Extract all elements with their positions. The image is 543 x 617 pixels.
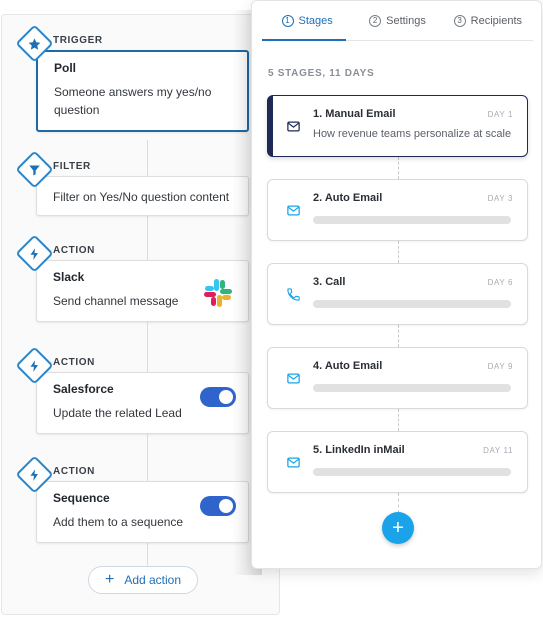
stage-card-5[interactable]: 5. LinkedIn inMail DAY 11 — [267, 431, 528, 493]
add-stage-button[interactable]: + — [382, 512, 414, 544]
step-title: Poll — [54, 61, 77, 75]
tab-number: 3 — [453, 14, 466, 27]
stage-connector — [398, 493, 399, 513]
step-description: Add them to a sequence — [53, 515, 184, 529]
step-tag: ACTION — [53, 466, 95, 477]
tab-settings[interactable]: 2 Settings — [352, 1, 442, 40]
add-action-label: Add action — [124, 573, 182, 587]
step-tag: TRIGGER — [53, 35, 103, 46]
plus-icon: + — [104, 571, 115, 588]
stage-card-3[interactable]: 3. Call DAY 6 — [267, 263, 528, 325]
tab-label: Settings — [386, 14, 426, 27]
stage-placeholder-bar — [313, 300, 511, 308]
salesforce-toggle[interactable] — [200, 387, 236, 407]
stage-day: DAY 1 — [487, 110, 513, 119]
stage-placeholder-bar — [313, 468, 511, 476]
stage-card-4[interactable]: 4. Auto Email DAY 9 — [267, 347, 528, 409]
envelope-icon — [287, 121, 300, 132]
stages-panel: 1 Stages 2 Settings 3 Recipients 5 STAGE… — [251, 0, 542, 569]
step-card[interactable]: Poll Someone answers my yes/no question — [36, 50, 249, 132]
step-tag: ACTION — [53, 245, 95, 256]
stage-day: DAY 6 — [487, 278, 513, 287]
stage-day: DAY 3 — [487, 194, 513, 203]
step-card[interactable]: Slack Send channel message — [36, 260, 249, 322]
stage-card-2[interactable]: 2. Auto Email DAY 3 — [267, 179, 528, 241]
envelope-icon — [287, 373, 300, 384]
tab-stages[interactable]: 1 Stages — [262, 1, 352, 41]
stage-subtitle: How revenue teams personalize at scale — [313, 128, 512, 140]
phone-icon — [287, 288, 300, 301]
stage-summary: 5 STAGES, 11 DAYS — [268, 68, 375, 79]
stage-title: 3. Call — [313, 276, 346, 288]
stage-title: 2. Auto Email — [313, 192, 383, 204]
tab-label: Stages — [298, 14, 333, 27]
stage-placeholder-bar — [313, 216, 511, 224]
slack-logo-icon — [204, 279, 232, 307]
step-description: Filter on Yes/No question content — [53, 190, 230, 204]
step-tag: FILTER — [53, 161, 91, 172]
stage-day: DAY 9 — [487, 362, 513, 371]
stage-title: 5. LinkedIn inMail — [313, 444, 405, 456]
step-description: Update the related Lead — [53, 406, 182, 420]
envelope-icon — [287, 205, 300, 216]
stage-tabs: 1 Stages 2 Settings 3 Recipients — [262, 1, 533, 41]
envelope-icon — [287, 457, 300, 468]
add-action-button[interactable]: + Add action — [88, 566, 198, 594]
tab-number: 2 — [369, 14, 382, 27]
stage-card-1[interactable]: 1. Manual Email DAY 1 How revenue teams … — [267, 95, 528, 157]
step-card[interactable]: Salesforce Update the related Lead — [36, 372, 249, 434]
step-description: Someone answers my yes/no question — [54, 85, 212, 117]
step-card[interactable]: Sequence Add them to a sequence — [36, 481, 249, 543]
tab-number: 1 — [281, 14, 294, 27]
stage-title: 4. Auto Email — [313, 360, 383, 372]
stage-placeholder-bar — [313, 384, 511, 392]
tab-label: Recipients — [470, 14, 522, 27]
step-tag: ACTION — [53, 357, 95, 368]
stage-connector — [398, 325, 399, 347]
stage-connector — [398, 157, 399, 179]
stage-day: DAY 11 — [483, 446, 513, 455]
stage-connector — [398, 241, 399, 263]
step-card[interactable]: Filter on Yes/No question content — [36, 176, 249, 216]
tab-recipients[interactable]: 3 Recipients — [443, 1, 533, 40]
stage-title: 1. Manual Email — [313, 108, 396, 120]
stage-connector — [398, 409, 399, 431]
sequence-toggle[interactable] — [200, 496, 236, 516]
